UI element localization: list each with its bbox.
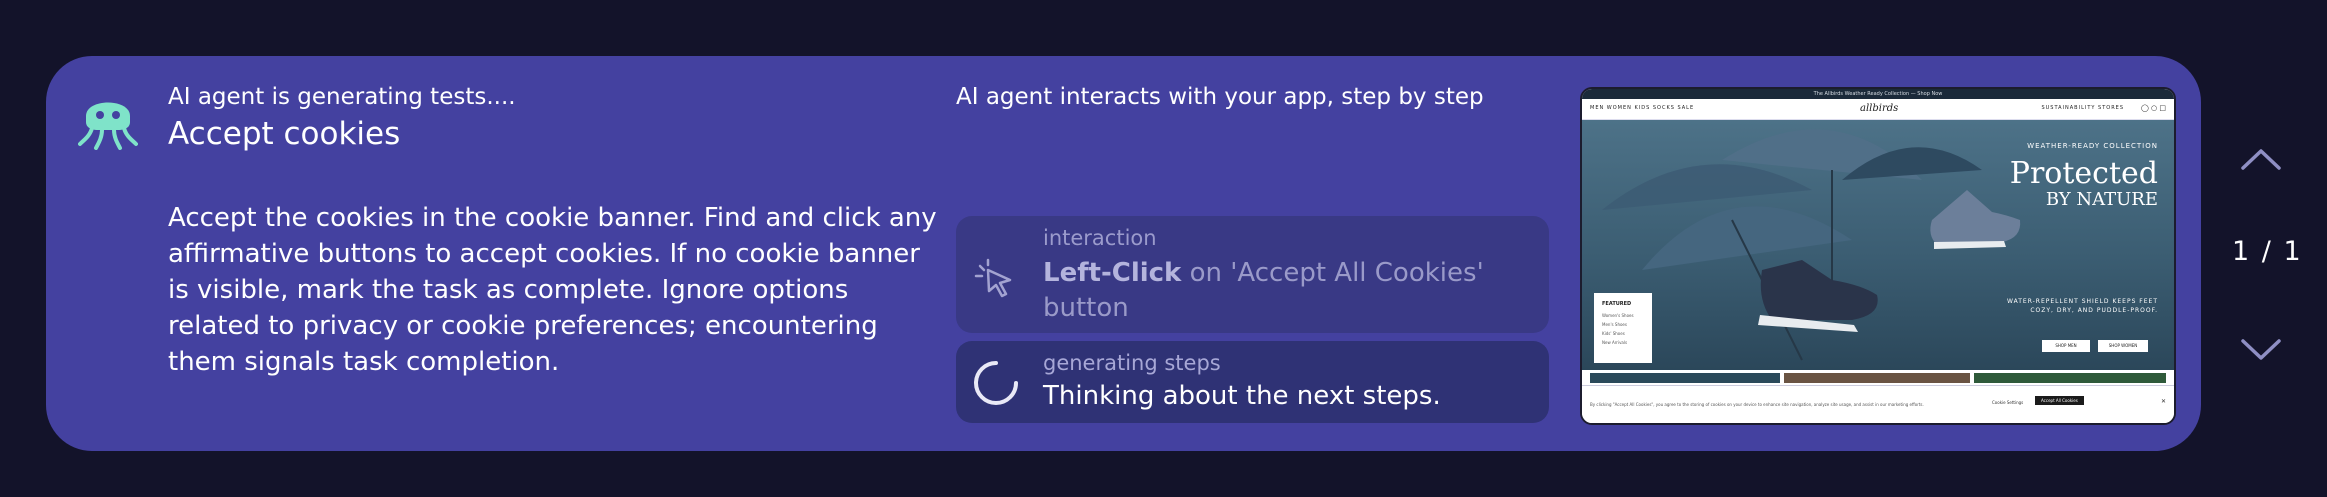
preview-featured-title: FEATURED [1602, 301, 1632, 307]
preview-cookie-banner: By clicking "Accept All Cookies", you ag… [1582, 385, 2174, 423]
preview-shop-men-button: SHOP MEN [2042, 340, 2090, 352]
step-thinking-text: Thinking about the next steps. [1043, 381, 1441, 411]
step-action-text: Left-Click on 'Accept All Cookies' butto… [1043, 256, 1523, 326]
preview-hero: WEATHER-READY COLLECTION Protected BY NA… [1582, 120, 2174, 370]
preview-nav-icons: ◯ ○ □ [2140, 104, 2166, 112]
pager-count: 1 / 1 [2232, 236, 2303, 267]
cursor-click-icon [972, 256, 1018, 306]
preview-hero-kicker: WEATHER-READY COLLECTION [2027, 142, 2158, 150]
step-kind-label: interaction [1043, 226, 1157, 250]
preview-cookie-text: By clicking "Accept All Cookies", you ag… [1590, 402, 1924, 407]
app-preview-screenshot: The Allbirds Weather Ready Collection — … [1580, 87, 2176, 425]
task-description: Accept the cookies in the cookie banner.… [168, 203, 937, 377]
task-title: Accept cookies [168, 116, 401, 152]
preview-hero-title: Protected [2009, 156, 2158, 191]
preview-cookie-close-icon: ✕ [2160, 398, 2166, 405]
preview-logo: allbirds [1860, 103, 1899, 114]
octopus-logo-icon [78, 88, 138, 150]
preview-featured-item: New Arrivals [1602, 340, 1628, 345]
preview-nav-left: MEN WOMEN KIDS SOCKS SALE [1590, 105, 1695, 111]
preview-promo-bar: The Allbirds Weather Ready Collection — … [1582, 89, 2174, 99]
preview-hero-tagline: WATER-REPELLENT SHIELD KEEPS FEET COZY, … [2007, 298, 2158, 314]
loading-spinner-icon [972, 359, 1020, 411]
step-interaction-card: interaction Left-Click on 'Accept All Co… [956, 216, 1549, 333]
steps-heading: AI agent interacts with your app, step b… [956, 84, 1484, 110]
chevron-down-icon[interactable] [2240, 338, 2282, 366]
preview-cookie-settings-link: Cookie Settings [1992, 400, 2024, 405]
preview-accept-cookies-button: Accept All Cookies [2035, 396, 2084, 405]
preview-product-strip [1582, 371, 2174, 385]
step-kind-label: generating steps [1043, 351, 1221, 375]
preview-featured-item: Women's Shoes [1602, 313, 1634, 318]
preview-shop-women-button: SHOP WOMEN [2098, 340, 2148, 352]
preview-featured-item: Men's Shoes [1602, 322, 1627, 327]
preview-nav-right: SUSTAINABILITY STORES [2041, 105, 2124, 111]
preview-navbar: MEN WOMEN KIDS SOCKS SALE allbirds SUSTA… [1582, 99, 2174, 120]
step-generating-card: generating steps Thinking about the next… [956, 341, 1549, 423]
chevron-up-icon[interactable] [2240, 147, 2282, 175]
agent-status: AI agent is generating tests.... [168, 84, 516, 110]
preview-hero-subtitle: BY NATURE [2045, 189, 2158, 210]
step-action: Left-Click [1043, 258, 1182, 288]
preview-featured-item: Kids' Shoes [1602, 331, 1625, 336]
preview-featured-panel: FEATURED Women's Shoes Men's Shoes Kids'… [1594, 293, 1652, 363]
